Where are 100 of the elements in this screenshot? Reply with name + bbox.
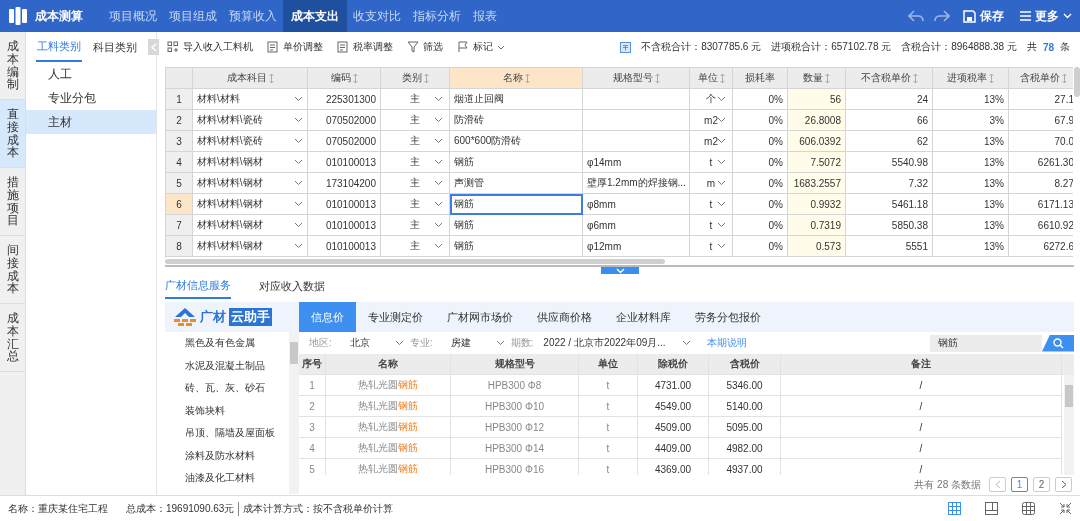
dropdown-cell[interactable]: m [690,173,733,194]
nav-tab[interactable]: 项目组成 [163,0,223,32]
search-field[interactable]: 钢筋 [930,334,1042,352]
nav-tab[interactable]: 指标分析 [407,0,467,32]
material-category[interactable]: 装饰块料 [165,399,289,422]
nav-tab[interactable]: 预算收入 [223,0,283,32]
column-header[interactable]: 不含税单价 [846,68,933,89]
category-item[interactable]: 专业分包 [26,86,156,110]
dropdown-cell[interactable]: 主 [381,89,450,110]
brand-name: 广材 [200,308,226,326]
more-button[interactable]: 更多 [1012,0,1080,32]
scrollbar[interactable] [1064,375,1074,475]
side-tab[interactable]: 直接成本 [0,100,25,168]
dropdown-cell[interactable]: m2 [690,131,733,152]
price-tab[interactable]: 供应商价格 [525,302,604,332]
material-category[interactable]: 吊顶、隔墙及屋面板 [165,422,289,445]
toolbar-button[interactable]: 标记 [455,40,507,54]
previous-page-button[interactable] [989,477,1006,492]
filter-dropdown[interactable]: 2022 / 北京市2022年09月... [539,336,692,350]
material-category[interactable]: 涂料及防水材料 [165,444,289,467]
price-tab[interactable]: 劳务分包报价 [683,302,773,332]
dropdown-cell[interactable]: 主 [381,110,450,131]
chevron-icon [294,222,303,228]
collapse-button[interactable] [148,39,159,55]
category-item[interactable]: 主材 [26,110,156,134]
category-item[interactable]: 人工 [26,62,156,86]
material-category[interactable]: 油漆及化工材料 [165,467,289,490]
scrollbar[interactable] [1074,67,1080,97]
next-page-button[interactable] [1055,477,1072,492]
dropdown-cell[interactable]: 材料\材料\钢材 [193,215,308,236]
dropdown-cell[interactable]: 主 [381,152,450,173]
dropdown-cell[interactable]: 材料\材料\钢材 [193,152,308,173]
scrollbar[interactable] [289,332,299,494]
price-tab[interactable]: 专业测定价 [356,302,435,332]
side-tab[interactable]: 间接成本 [0,236,25,304]
material-category[interactable]: 黑色及有色金属 [165,332,289,355]
dropdown-cell[interactable]: t [690,152,733,173]
dropdown-cell[interactable]: 材料\材料\瓷砖 [193,110,308,131]
table-cell: 防滑砖 [450,110,583,131]
column-header[interactable]: 类别 [381,68,450,89]
filter-icon [407,41,419,53]
view-mode-button[interactable] [948,502,961,515]
dropdown-cell[interactable]: 材料\材料\钢材 [193,194,308,215]
column-header[interactable]: 名称 [450,68,583,89]
flag-icon [457,41,469,53]
page-button[interactable]: 2 [1033,477,1050,492]
dropdown-cell[interactable]: 材料\材料\钢材 [193,236,308,257]
material-category[interactable]: 砖、瓦、灰、砂石 [165,377,289,400]
dropdown-cell[interactable]: 个 [690,89,733,110]
toolbar-button[interactable]: 税率调整 [335,40,395,54]
dropdown-cell[interactable]: 主 [381,173,450,194]
view-mode-button[interactable] [985,502,998,515]
category-tab[interactable]: 工料类别 [36,32,82,62]
filter-dropdown[interactable]: 北京 [337,336,404,350]
price-tab[interactable]: 企业材料库 [604,302,683,332]
sort-icon [912,73,918,83]
side-tab[interactable]: 措施项目 [0,168,25,236]
dropdown-cell[interactable]: 主 [381,236,450,257]
collapse-view-button[interactable] [1059,502,1072,515]
save-button[interactable]: 保存 [955,0,1012,32]
filter-dropdown[interactable]: 房建 [438,336,505,350]
dropdown-cell[interactable]: m2 [690,110,733,131]
panel-tab[interactable]: 对应收入数据 [259,273,325,299]
nav-tab[interactable]: 成本支出 [283,0,347,32]
search-button[interactable] [1042,334,1074,352]
column-header[interactable]: 单位 [690,68,733,89]
material-category[interactable]: 水泥及混凝土制品 [165,354,289,377]
nav-tab[interactable]: 项目概况 [103,0,163,32]
dropdown-cell[interactable]: 主 [381,194,450,215]
dropdown-cell[interactable]: 主 [381,215,450,236]
toolbar-button[interactable]: 导入收入工料机 [165,40,255,54]
column-header[interactable]: 含税单价 [1009,68,1073,89]
view-mode-button[interactable] [1022,502,1035,515]
expand-button[interactable] [601,267,639,274]
table-cell: 010100013 [308,215,381,236]
dropdown-cell[interactable]: t [690,236,733,257]
column-header[interactable]: 进项税率 [933,68,1009,89]
dropdown-cell[interactable]: t [690,194,733,215]
column-header[interactable]: 成本科目 [193,68,308,89]
toolbar-button[interactable]: 筛选 [405,40,445,54]
scrollbar[interactable] [165,259,665,264]
dropdown-cell[interactable]: 材料\材料\钢材 [193,173,308,194]
period-note-link[interactable]: 本期说明 [707,336,748,350]
dropdown-cell[interactable]: t [690,215,733,236]
column-header[interactable]: 数量 [788,68,846,89]
column-header[interactable]: 编码 [308,68,381,89]
dropdown-cell[interactable]: 材料\材料\瓷砖 [193,131,308,152]
dropdown-cell[interactable]: 主 [381,131,450,152]
panel-tab[interactable]: 广材信息服务 [165,273,231,299]
table-cell: 声测管 [450,173,583,194]
price-tab[interactable]: 广材网市场价 [435,302,525,332]
chevron-icon [717,138,726,144]
toolbar-button[interactable]: 单价调整 [265,40,325,54]
side-tab[interactable]: 成本汇总 [0,304,25,372]
nav-tab[interactable]: 报表 [467,0,503,32]
category-tab[interactable]: 科目类别 [92,32,138,62]
column-header[interactable]: 规格型号 [583,68,690,89]
dropdown-cell[interactable]: 材料\材料 [193,89,308,110]
column-header[interactable]: 损耗率 [733,68,788,89]
nav-tab[interactable]: 收支对比 [347,0,407,32]
